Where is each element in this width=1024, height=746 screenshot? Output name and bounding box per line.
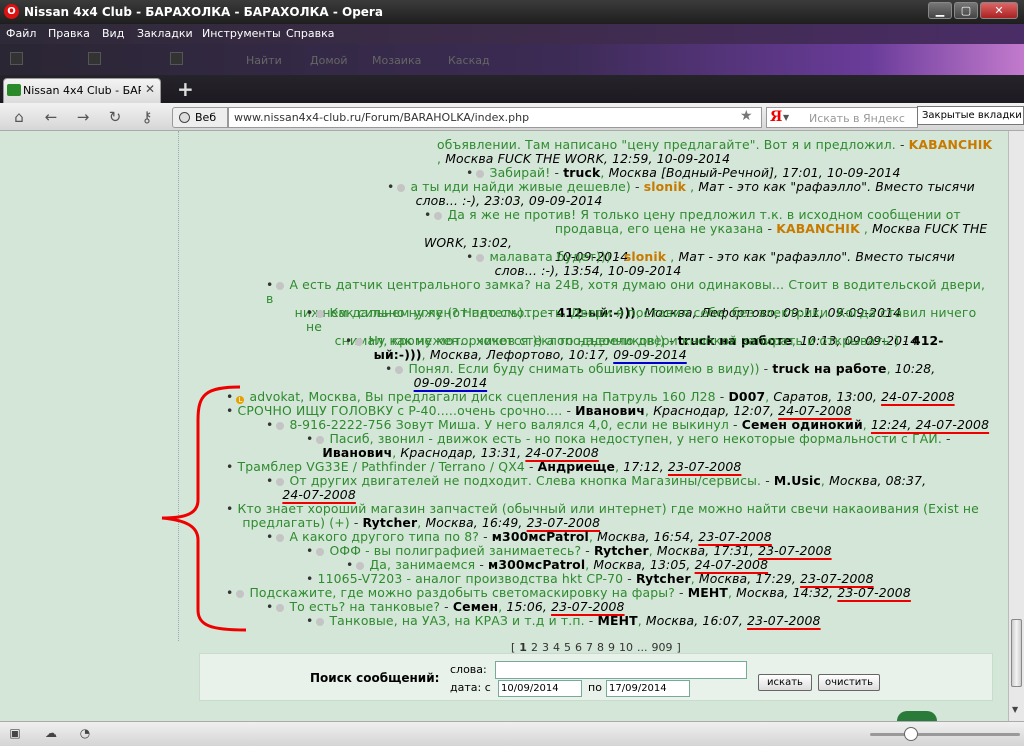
chevron-down-icon[interactable]: ▼ <box>783 113 789 122</box>
menu-file[interactable]: Файл <box>6 27 36 40</box>
window-title: Nissan 4x4 Club - БАРАХОЛКА - БАРАХОЛКА … <box>24 5 383 19</box>
date-from-input[interactable] <box>498 680 582 697</box>
menu-bar: Файл Правка Вид Закладки Инструменты Спр… <box>0 24 1024 44</box>
zoom-slider-track[interactable] <box>870 733 1020 736</box>
speed-dial-icon[interactable]: ◔ <box>78 727 92 740</box>
forum-message-12[interactable]: • Пасиб, звонил - движок есть - но пока н… <box>306 432 996 460</box>
forum-message-22[interactable]: • Танковые, на УАЗ, на КРАЗ и т.д и т.п. … <box>306 614 996 628</box>
status-bar: ▣ ☁ ◔ <box>0 721 1024 746</box>
web-label: Веб <box>195 111 217 124</box>
forum-message-16[interactable]: • А какого другого типа по 8? - м300мсPat… <box>266 530 996 544</box>
panel-icon[interactable] <box>10 52 23 65</box>
opera-logo-icon[interactable]: O <box>4 4 19 19</box>
bookmark-star-icon[interactable]: ★ <box>740 108 753 124</box>
forum-message-0[interactable]: объявлении. Там написано "цену предлагай… <box>437 138 997 166</box>
closed-tabs-tooltip: Закрытые вкладки <box>917 106 1024 125</box>
yandex-icon: Я <box>770 109 783 125</box>
forum-message-13[interactable]: • Трамблер VG33E / Pathfinder / Terrano … <box>226 460 996 474</box>
tab-close-icon[interactable]: ✕ <box>145 82 155 96</box>
back-icon[interactable]: ← <box>40 107 62 127</box>
tree-decoration <box>897 711 937 721</box>
tab-nissan[interactable]: Nissan 4x4 Club - БАРАХ... ✕ <box>3 78 161 103</box>
toolbar-cascade[interactable]: Каскад <box>448 54 490 67</box>
forum-message-1[interactable]: • Забирай! - truck, Москва [Водный-Речной… <box>466 166 996 180</box>
forum-message-10[interactable]: • СРОЧНО ИЩУ ГОЛОВКУ с Р-40.....очень ср… <box>226 404 996 418</box>
browser-window: O Nissan 4x4 Club - БАРАХОЛКА - БАРАХОЛК… <box>0 0 1024 746</box>
forum-content: объявлении. Там написано "цену предлагай… <box>0 131 1008 721</box>
title-bar: O Nissan 4x4 Club - БАРАХОЛКА - БАРАХОЛК… <box>0 0 1024 24</box>
search-button[interactable]: искать <box>758 674 812 691</box>
forum-message-17[interactable]: • ОФФ - вы полиграфией занимаетесь? - Ryt… <box>306 544 996 558</box>
toolbar-find[interactable]: Найти <box>246 54 282 67</box>
forum-message-4[interactable]: • малавата будет))) - slonik , Мат - это … <box>466 250 996 278</box>
forum-message-21[interactable]: • То есть? на танковые? - Семен, 15:06, 2… <box>266 600 996 614</box>
menu-bookmarks[interactable]: Закладки <box>137 27 193 40</box>
forum-message-8[interactable]: • Понял. Если буду снимать обшивку поимею… <box>385 362 985 390</box>
tab-bar: Nissan 4x4 Club - БАРАХ... ✕ + <box>0 75 1024 103</box>
forward-icon[interactable]: → <box>72 107 94 127</box>
reload-icon[interactable]: ↻ <box>104 107 126 127</box>
forum-message-18[interactable]: • Да, занимаемся - м300мсPatrol, Москва, … <box>346 558 996 572</box>
globe-icon <box>179 112 190 123</box>
search-placeholder: Искать в Яндекс <box>809 112 905 125</box>
vertical-scrollbar[interactable]: ▼ <box>1008 131 1024 721</box>
menu-view[interactable]: Вид <box>102 27 124 40</box>
forum-message-14[interactable]: • От других двигателей не подходит. Слева… <box>266 474 996 502</box>
zoom-slider-knob[interactable] <box>904 727 918 741</box>
home-icon[interactable]: ⌂ <box>8 107 30 127</box>
web-badge[interactable]: Веб <box>172 107 228 128</box>
forum-message-9[interactable]: • Ladvokat, Москва, Вы предлагали диск сц… <box>226 390 996 404</box>
menu-tools[interactable]: Инструменты <box>202 27 281 40</box>
words-input[interactable] <box>495 661 747 679</box>
date-to-label: по <box>588 681 602 694</box>
forum-message-7[interactable]: • Ну как нужен... хочется )) а то надоело… <box>345 334 985 362</box>
maximize-button[interactable]: ▢ <box>954 2 978 19</box>
new-tab-button[interactable]: + <box>177 77 194 101</box>
forum-message-11[interactable]: • 8-916-2222-756 Зовут Миша. У него валял… <box>266 418 996 432</box>
panel-toggle-icon[interactable]: ▣ <box>8 727 22 740</box>
toolbar-home[interactable]: Домой <box>310 54 348 67</box>
close-window-button[interactable]: ✕ <box>980 2 1018 19</box>
site-favicon-icon <box>7 84 21 96</box>
tab-label: Nissan 4x4 Club - БАРАХ... <box>23 84 141 97</box>
scroll-down-icon[interactable]: ▼ <box>1012 705 1018 714</box>
key-icon[interactable]: ⚷ <box>136 107 158 127</box>
forum-message-20[interactable]: • Подскажите, где можно раздобыть светома… <box>226 586 996 600</box>
menu-help[interactable]: Справка <box>286 27 334 40</box>
unite-cloud-icon[interactable]: ☁ <box>44 727 58 740</box>
trash-icon[interactable] <box>88 52 101 65</box>
words-label: слова: <box>450 663 487 676</box>
message-search-form: Поиск сообщений: слова: дата: с по искат… <box>199 653 993 701</box>
search-input[interactable]: Я ▼ Искать в Яндекс <box>766 107 918 128</box>
scrollbar-thumb[interactable] <box>1011 619 1022 687</box>
date-to-input[interactable] <box>606 680 690 697</box>
forum-message-2[interactable]: • а ты иди найди живые дешевле) - slonik … <box>387 180 987 208</box>
forum-message-19[interactable]: • 11065-V7203 - аналог производства hkt … <box>306 572 996 586</box>
toolbar-tile[interactable]: Мозаика <box>372 54 421 67</box>
address-input[interactable] <box>228 107 762 128</box>
forum-message-15[interactable]: • Кто знает хороший магазин запчастей (о… <box>226 502 996 530</box>
minimize-button[interactable]: ▁ <box>928 2 952 19</box>
clear-button[interactable]: очистить <box>818 674 880 691</box>
page-icon[interactable] <box>170 52 183 65</box>
menu-edit[interactable]: Правка <box>48 27 90 40</box>
panel-toolbar: Найти Домой Мозаика Каскад <box>0 44 1024 75</box>
search-label: Поиск сообщений: <box>310 671 440 685</box>
date-from-label: дата: с <box>450 681 491 694</box>
navigation-bar: ⌂ ← → ↻ ⚷ Веб ★ Я ▼ Искать в Яндекс <box>0 103 1024 131</box>
